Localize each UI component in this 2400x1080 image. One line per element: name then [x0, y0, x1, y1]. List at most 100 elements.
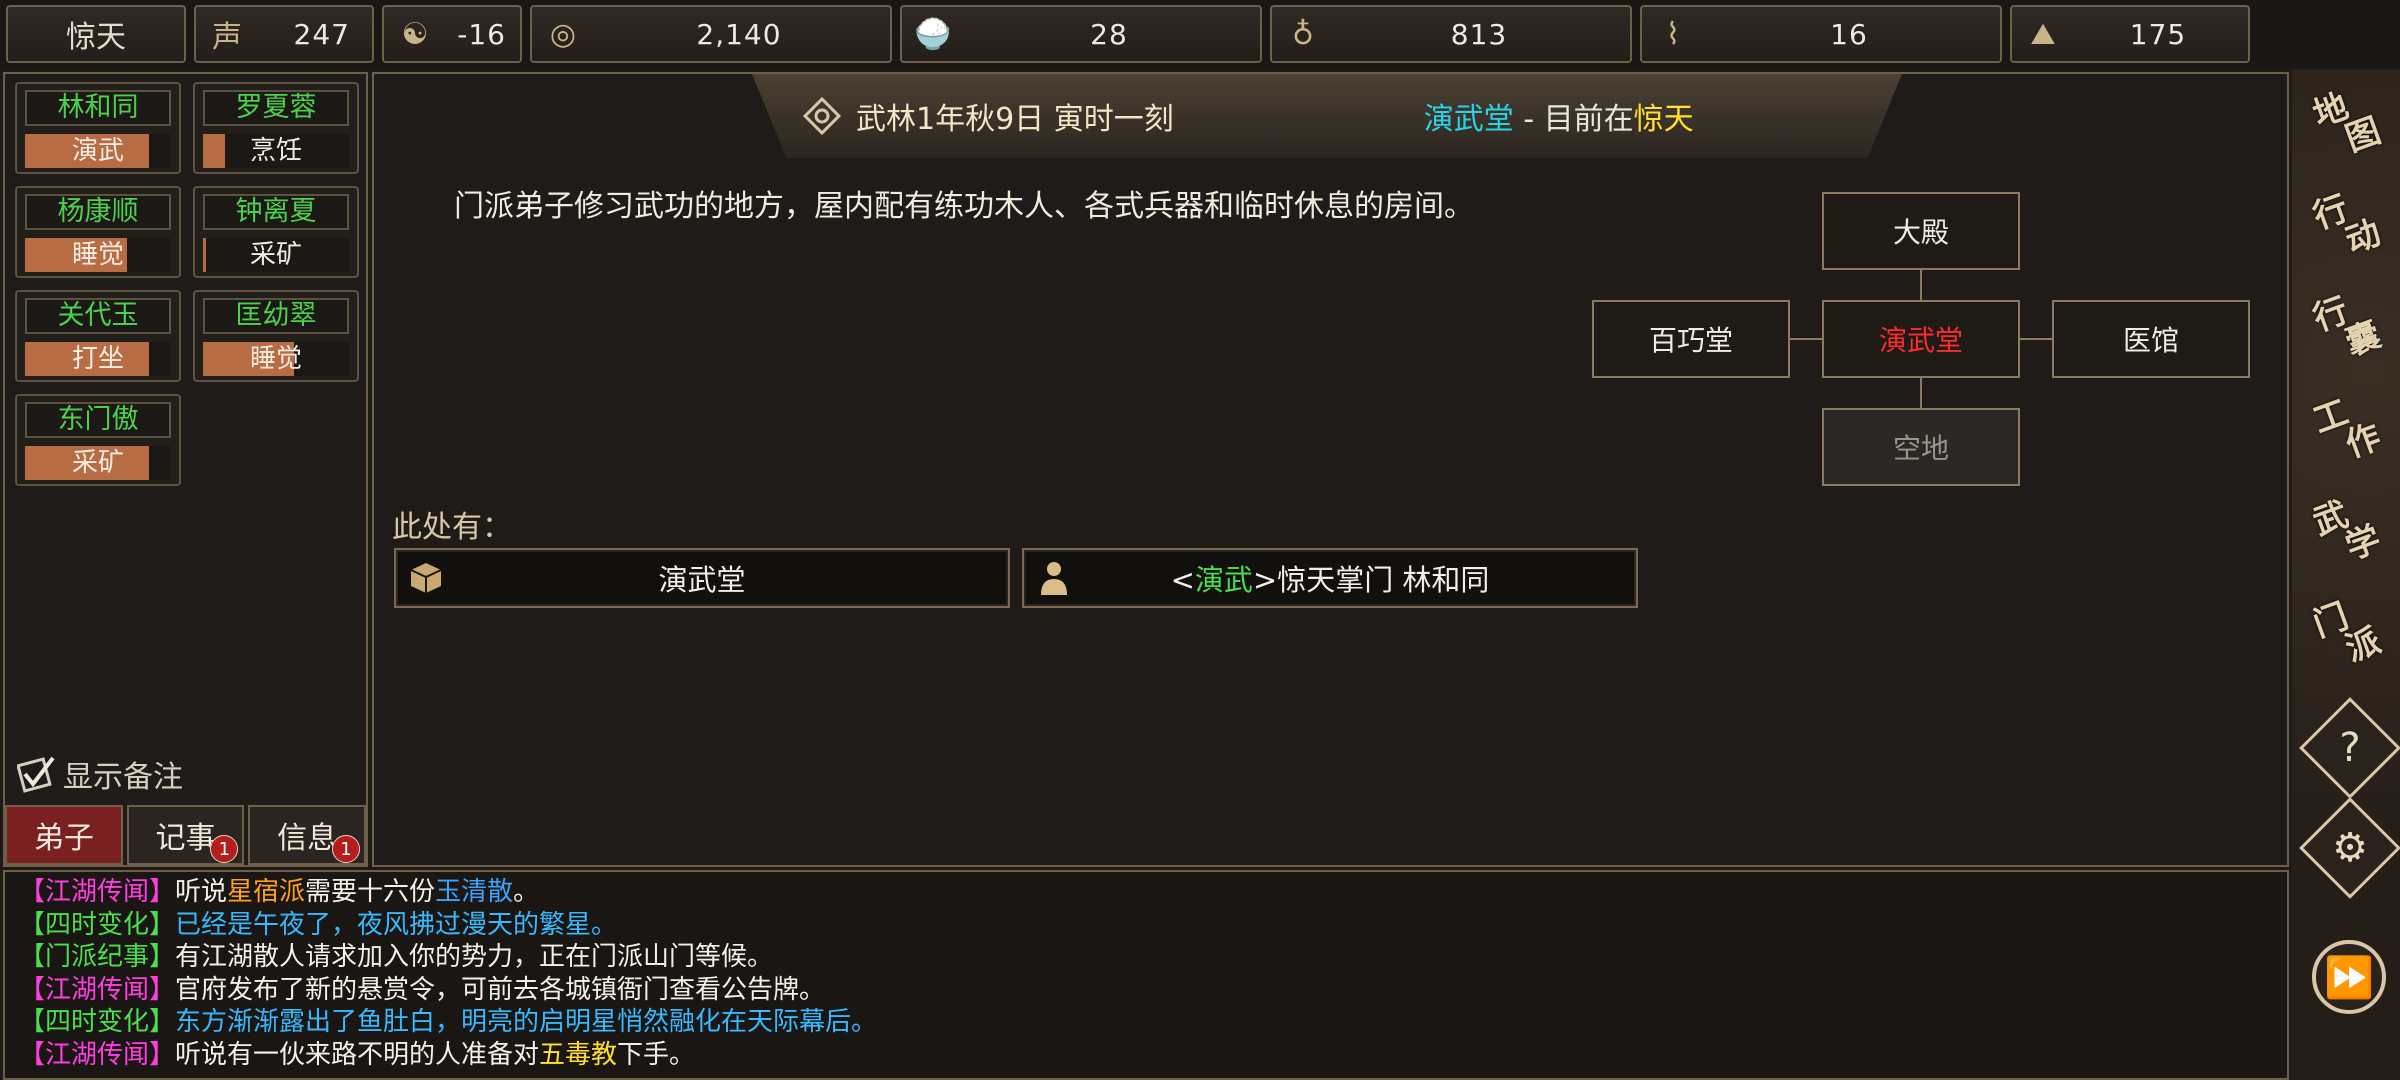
menu-char: 派 [2340, 620, 2386, 670]
game-date: 武林1年秋9日 寅时一刻 [802, 94, 1174, 138]
menu-map-button[interactable]: 地图 [2304, 80, 2390, 166]
help-icon[interactable]: ? [2314, 712, 2386, 784]
fast-forward-icon[interactable]: ⏩ [2312, 940, 2386, 1014]
sect-name: 惊天 [66, 20, 126, 55]
resource-value: 16 [1830, 17, 1868, 51]
left-tabs: 弟子 记事 1 信息 1 [5, 805, 367, 865]
resource-bar: 惊天 声 247 ☯ -16 ◎ 2,140 🍚 28 ♁ 813 ⌇ 16 ⛰ 175 [0, 0, 2400, 68]
disciple-card[interactable]: 杨康顺 睡觉 [15, 186, 181, 278]
disciple-activity: 睡觉 [25, 238, 171, 272]
resource-food[interactable]: 🍚 28 [900, 5, 1262, 63]
activity-progress-fill [203, 238, 206, 272]
activity-label: 睡觉 [71, 240, 124, 270]
resource-coin[interactable]: ◎ 2,140 [530, 5, 892, 63]
room-description: 门派弟子修习武功的地方，屋内配有练功木人、各式兵器和临时休息的房间。 [454, 189, 1474, 224]
disciple-card[interactable]: 匡幼翠 睡觉 [193, 290, 359, 382]
disciple-name: 东门傲 [25, 402, 171, 438]
resource-wood[interactable]: ⌇ 16 [1640, 5, 2002, 63]
menu-char: 动 [2340, 212, 2386, 262]
gear-icon[interactable]: ⚙ [2314, 812, 2386, 884]
disciple-activity: 演武 [25, 134, 171, 168]
menu-work-button[interactable]: 工作 [2304, 386, 2390, 472]
location-header: 武林1年秋9日 寅时一刻 演武堂 - 目前在惊天 [752, 74, 1902, 158]
menu-action-button[interactable]: 行动 [2304, 182, 2390, 268]
log-text: 。 [513, 877, 540, 907]
disciple-card[interactable]: 钟离夏 采矿 [193, 186, 359, 278]
log-tag: 【门派纪事】 [19, 942, 176, 972]
disciple-activity: 采矿 [25, 446, 171, 480]
location-sect: 惊天 [1633, 102, 1694, 137]
log-line: 【江湖传闻】听说有一伙来路不明的人准备对五毒教下手。 [19, 1039, 2287, 1072]
menu-char: 囊 [2340, 314, 2386, 364]
here-label: 此处有： [392, 510, 512, 545]
resource-value: 175 [2129, 17, 2187, 51]
disciple-card[interactable]: 林和同 演武 [15, 82, 181, 174]
menu-char: 作 [2340, 416, 2386, 466]
ore-icon: ⛰ [2030, 16, 2056, 52]
disciple-activity: 睡觉 [203, 342, 349, 376]
activity-label: 演武 [71, 136, 124, 166]
tab-info[interactable]: 信息 1 [248, 805, 367, 865]
menu-char: 图 [2340, 110, 2386, 160]
log-text: 下手。 [617, 1039, 696, 1070]
notification-badge: 1 [210, 835, 239, 863]
resource-value: -16 [457, 17, 506, 51]
log-line: 【四时变化】已经是午夜了，夜风拂过漫天的繁星。 [19, 909, 2287, 942]
tab-label: 信息 [277, 821, 338, 856]
reputation-icon: 声 [212, 20, 242, 55]
log-line: 【门派纪事】有江湖散人请求加入你的势力，正在门派山门等候。 [19, 941, 2287, 974]
log-tag: 【四时变化】 [19, 909, 176, 940]
checkbox-icon [17, 756, 55, 793]
map-room-current[interactable]: 演武堂 [1822, 300, 2020, 378]
current-location: 演武堂 - 目前在惊天 [1424, 94, 1694, 138]
activity-label: 采矿 [249, 240, 302, 270]
gourd-icon: ♁ [1292, 16, 1314, 52]
log-text: 需要十六份 [305, 877, 436, 907]
disciple-name: 罗夏蓉 [203, 90, 349, 126]
here-item-building[interactable]: 演武堂 [394, 548, 1010, 608]
resource-yinyang[interactable]: ☯ -16 [382, 5, 522, 63]
activity-label: 睡觉 [249, 344, 302, 374]
resource-value: 813 [1450, 17, 1508, 51]
log-tag: 【江湖传闻】 [19, 974, 176, 1005]
person-prefix: < [1170, 563, 1195, 597]
menu-sect-button[interactable]: 门派 [2304, 590, 2390, 676]
map-connector [2020, 338, 2052, 340]
log-text: 听说有一伙来路不明的人准备对 [175, 1039, 540, 1070]
resource-gourd[interactable]: ♁ 813 [1270, 5, 1632, 63]
disciple-card[interactable]: 东门傲 采矿 [15, 394, 181, 486]
resource-ore[interactable]: ⛰ 175 [2010, 5, 2250, 63]
map-room-east[interactable]: 医馆 [2052, 300, 2250, 378]
log-highlight: 五毒教 [539, 1039, 618, 1070]
disciple-activity: 烹饪 [203, 134, 349, 168]
activity-label: 采矿 [71, 448, 124, 478]
disciple-activity: 采矿 [203, 238, 349, 272]
log-text: 东方渐渐露出了鱼肚白，明亮的启明星悄然融化在天际幕后。 [175, 1007, 878, 1037]
resource-reputation[interactable]: 声 247 [194, 5, 374, 63]
disciple-name: 杨康顺 [25, 194, 171, 230]
log-text: 已经是午夜了，夜风拂过漫天的繁星。 [175, 909, 618, 940]
tab-label: 记事 [155, 821, 216, 856]
yin-yang-icon: ☯ [401, 16, 429, 52]
map-room-west[interactable]: 百巧堂 [1592, 300, 1790, 378]
menu-martial-arts-button[interactable]: 武学 [2304, 488, 2390, 574]
disciple-card[interactable]: 关代玉 打坐 [15, 290, 181, 382]
box-icon [406, 558, 446, 598]
tab-records[interactable]: 记事 1 [126, 805, 245, 865]
coin-icon: ◎ [549, 16, 577, 52]
here-item-person[interactable]: <演武>惊天掌门 林和同 [1022, 548, 1638, 608]
show-notes-toggle[interactable]: 显示备注 [17, 752, 183, 796]
log-tag: 【四时变化】 [19, 1007, 176, 1037]
resource-value: 2,140 [696, 17, 782, 51]
tab-disciples[interactable]: 弟子 [5, 805, 123, 865]
map-room-north[interactable]: 大殿 [1822, 192, 2020, 270]
disciple-card[interactable]: 罗夏蓉 烹饪 [193, 82, 359, 174]
menu-inventory-button[interactable]: 行囊 [2304, 284, 2390, 370]
log-highlight: 星宿派 [227, 877, 306, 907]
activity-label: 烹饪 [249, 136, 302, 166]
map-room-south[interactable]: 空地 [1822, 408, 2020, 486]
disciple-name: 钟离夏 [203, 194, 349, 230]
log-line: 【江湖传闻】官府发布了新的悬赏令，可前去各城镇衙门查看公告牌。 [19, 974, 2287, 1007]
person-icon [1034, 558, 1074, 598]
sect-name-box[interactable]: 惊天 [6, 5, 186, 63]
